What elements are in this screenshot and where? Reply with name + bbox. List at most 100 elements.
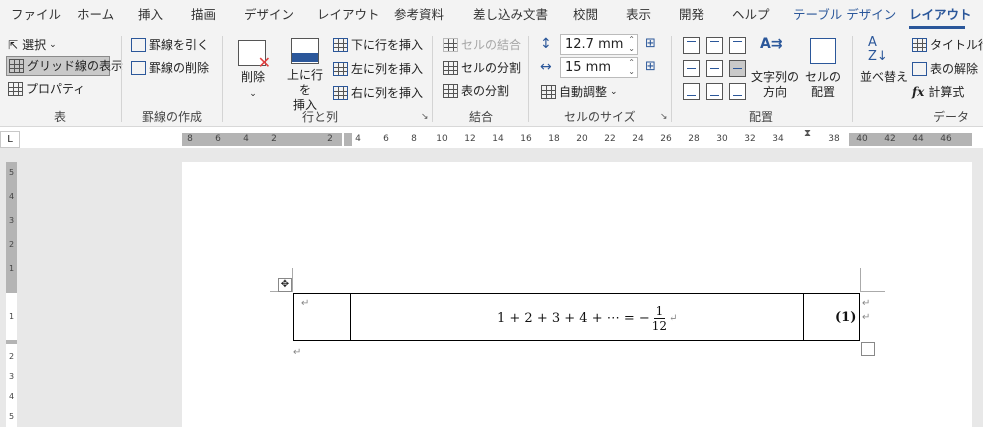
repeat-header-icon: [912, 38, 927, 52]
chevron-down-icon: ⌄: [249, 89, 257, 99]
properties-button[interactable]: プロパティ: [8, 81, 85, 97]
align-top-center-icon[interactable]: [706, 37, 723, 54]
insert-below-icon: [333, 38, 348, 52]
split-table-button[interactable]: 表の分割: [443, 83, 509, 99]
convert-text-icon: [912, 62, 927, 76]
align-middle-right-icon[interactable]: [729, 60, 746, 77]
ruler-tick-label: 4: [8, 192, 15, 201]
ruler-tick-label: 46: [940, 134, 952, 144]
text-direction-icon: A⇉: [760, 36, 783, 52]
split-cells-button[interactable]: セルの分割: [443, 60, 521, 76]
ruler-tick-label: 1: [8, 312, 15, 321]
insert-below-button[interactable]: 下に行を挿入: [333, 37, 423, 53]
spinner-arrows-icon[interactable]: ⌃ ⌄: [628, 58, 635, 76]
tab-help[interactable]: ヘルプ: [732, 7, 770, 23]
ruler-tick-label: 20: [576, 134, 588, 144]
tab-developer[interactable]: 開発: [679, 7, 704, 23]
align-bottom-center-icon[interactable]: [706, 83, 723, 100]
tab-table-layout[interactable]: レイアウト: [909, 7, 972, 23]
group-label-merge: 結合: [469, 110, 494, 124]
group-label-rows-cols: 行と列: [302, 110, 339, 124]
equation[interactable]: 1 + 2 + 3 + 4 + ⋯ = − 1 12 ↵: [497, 300, 677, 336]
ruler-row-marker[interactable]: [6, 340, 17, 344]
tab-home[interactable]: ホーム: [77, 7, 114, 23]
eraser-icon: [131, 61, 146, 75]
align-bottom-left-icon[interactable]: [683, 83, 700, 100]
vertical-ruler[interactable]: 5 4 3 2 1 1 2 3 4 5: [6, 162, 17, 427]
table-move-handle[interactable]: ✥: [278, 278, 292, 292]
fraction: 1 12: [652, 304, 667, 333]
chevron-down-icon: ⌄: [610, 87, 618, 97]
insert-left-button[interactable]: 左に列を挿入: [333, 61, 423, 77]
tab-draw[interactable]: 描画: [191, 7, 216, 23]
group-separator: [671, 36, 672, 122]
tab-review[interactable]: 校閲: [573, 7, 598, 23]
tab-design[interactable]: デザイン: [244, 7, 294, 23]
table-column-border[interactable]: [350, 294, 351, 340]
group-separator: [528, 36, 529, 122]
chevron-down-icon: ⌄: [49, 40, 57, 50]
insert-left-icon: [333, 62, 348, 76]
ruler-tick-label: 2: [8, 352, 15, 361]
tab-insert[interactable]: 挿入: [138, 7, 163, 23]
convert-to-text-button[interactable]: 表の解除: [912, 61, 978, 77]
group-separator: [852, 36, 853, 122]
merge-cells-button[interactable]: セルの結合: [443, 37, 521, 53]
align-top-right-icon[interactable]: [729, 37, 746, 54]
paragraph-mark: ↵: [862, 298, 871, 309]
crop-mark: [292, 268, 293, 292]
repeat-header-button[interactable]: タイトル行の: [912, 37, 983, 53]
active-tab-indicator: [909, 26, 965, 29]
tab-table-design[interactable]: テーブル デザイン: [793, 7, 896, 23]
ruler-tick-label: 8: [187, 134, 193, 144]
row-height-input[interactable]: 12.7 mm ⌃ ⌄: [560, 34, 638, 55]
select-button[interactable]: ⇱ 選択 ⌄: [8, 37, 57, 53]
group-separator: [222, 36, 223, 122]
group-separator: [432, 36, 433, 122]
indent-marker-icon[interactable]: ⧗: [804, 128, 811, 139]
ruler-tick-label: 1: [8, 264, 15, 273]
align-middle-left-icon[interactable]: [683, 60, 700, 77]
table-column-border[interactable]: [803, 294, 804, 340]
ruler-tick-label: 2: [327, 134, 333, 144]
distribute-columns-icon[interactable]: ⊞: [645, 59, 656, 74]
table-resize-handle[interactable]: [861, 342, 875, 356]
tab-layout[interactable]: レイアウト: [317, 7, 380, 23]
ruler-tick-label: 30: [716, 134, 728, 144]
row-height-icon: ↕: [540, 36, 552, 52]
ruler-tick-label: 42: [884, 134, 896, 144]
tab-file[interactable]: ファイル: [11, 7, 61, 23]
dialog-launcher-icon[interactable]: ↘: [421, 112, 429, 122]
view-gridlines-button[interactable]: グリッド線の表示: [6, 56, 123, 76]
dialog-launcher-icon[interactable]: ↘: [660, 112, 668, 122]
equation-lhs: 1 + 2 + 3 + 4 + ⋯ = −: [497, 310, 650, 326]
delete-button[interactable]: 削除 ⌄: [238, 70, 268, 102]
sort-button[interactable]: 並べ替え: [860, 70, 908, 85]
horizontal-ruler[interactable]: 8 6 4 2 2 4 6 8 10 12 14 16 18 20 22 24 …: [182, 133, 972, 146]
draw-table-button[interactable]: 罫線を引く: [131, 37, 209, 53]
align-middle-center-icon[interactable]: [706, 60, 723, 77]
align-bottom-right-icon[interactable]: [729, 83, 746, 100]
text-direction-button[interactable]: 文字列の 方向: [750, 70, 800, 100]
tab-references[interactable]: 参考資料: [394, 7, 444, 23]
tab-selector[interactable]: L: [0, 131, 20, 148]
autofit-button[interactable]: 自動調整 ⌄: [541, 84, 618, 100]
ruler-column-marker[interactable]: [344, 133, 352, 146]
group-label-cell-size: セルのサイズ: [564, 110, 636, 124]
tab-view[interactable]: 表示: [626, 7, 651, 23]
ruler-tick-label: 12: [464, 134, 476, 144]
eraser-button[interactable]: 罫線の削除: [131, 60, 209, 76]
ruler-tick-label: 24: [632, 134, 644, 144]
cell-margins-button[interactable]: セルの 配置: [803, 70, 843, 100]
formula-button[interactable]: fx 計算式: [912, 84, 964, 100]
spinner-arrows-icon[interactable]: ⌃ ⌄: [628, 35, 635, 53]
insert-right-button[interactable]: 右に列を挿入: [333, 85, 423, 101]
column-width-input[interactable]: 15 mm ⌃ ⌄: [560, 57, 638, 78]
autofit-icon: [541, 85, 556, 99]
distribute-rows-icon[interactable]: ⊞: [645, 36, 656, 51]
insert-above-button[interactable]: 上に行を 挿入: [283, 68, 327, 113]
align-top-left-icon[interactable]: [683, 37, 700, 54]
tab-mailings[interactable]: 差し込み文書: [473, 7, 548, 23]
paragraph-mark: ↵: [669, 312, 678, 324]
ruler-tick-label: 4: [355, 134, 361, 144]
